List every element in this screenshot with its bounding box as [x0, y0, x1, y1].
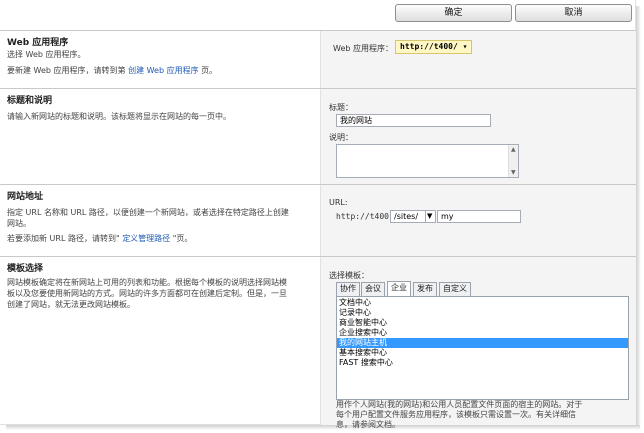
- url-section-title: 网站地址: [7, 192, 44, 202]
- template-help-line1: 用作个人网站(我的网站)和公用人员配置文件页面的宿主的网站。对于: [336, 400, 583, 409]
- webapp-selector[interactable]: http://t400/ ▾: [395, 40, 473, 54]
- tab-publishing[interactable]: 发布: [413, 282, 437, 296]
- template-list[interactable]: 文档中心 记录中心 商业智能中心 企业搜索中心 我的网站主机 基本搜索中心 FA…: [336, 296, 629, 400]
- url-name-input[interactable]: my: [437, 210, 521, 223]
- list-item[interactable]: 文档中心: [337, 298, 628, 308]
- url-desc2-suffix: "页。: [172, 234, 193, 243]
- url-left: 网站地址 指定 URL 名称和 URL 路径，以便创建一个新网站，或者选择在特定…: [0, 185, 320, 256]
- title-section-desc: 请输入新网站的标题和说明。该标题将显示在网站的每一页中。: [7, 112, 231, 121]
- webapp-desc2-suffix: 页。: [201, 66, 218, 75]
- list-item[interactable]: 商业智能中心: [337, 318, 628, 328]
- url-prefix: http://t400: [336, 212, 389, 221]
- url-desc1: 指定 URL 名称和 URL 路径，以便创建一个新网站，或者选择在特定路径上创建: [7, 208, 289, 217]
- template-desc1: 网站模板确定将在新网站上可用的列表和功能。根据每个模板的说明选择网站模: [7, 278, 287, 287]
- template-desc3: 创建了网站，就无法更改网站模板。: [7, 300, 135, 309]
- description-label: 说明：: [329, 133, 353, 142]
- title-label: 标题：: [329, 103, 353, 112]
- cancel-button[interactable]: 取消: [515, 4, 632, 22]
- title-section: 标题和说明 请输入新网站的标题和说明。该标题将显示在网站的每一页中。 标题： 我…: [0, 88, 636, 184]
- tab-enterprise[interactable]: 企业: [387, 281, 411, 296]
- description-textarea[interactable]: ▲ ▼: [336, 144, 519, 178]
- tab-collaboration[interactable]: 协作: [336, 282, 360, 296]
- list-item[interactable]: FAST 搜索中心: [337, 358, 628, 368]
- title-left: 标题和说明 请输入新网站的标题和说明。该标题将显示在网站的每一页中。: [0, 89, 320, 184]
- list-item[interactable]: 企业搜索中心: [337, 328, 628, 338]
- title-input[interactable]: 我的网站: [336, 114, 491, 127]
- frame-shadow-right: [636, 6, 641, 429]
- url-label: URL:: [329, 198, 348, 207]
- chevron-down-icon: ▼: [427, 212, 433, 220]
- url-desc1b: 网站。: [7, 219, 31, 228]
- create-webapp-link[interactable]: 创建 Web 应用程序: [128, 66, 199, 75]
- webapp-field-label: Web 应用程序：: [333, 44, 393, 53]
- webapp-title: Web 应用程序: [7, 38, 69, 48]
- scroll-up-icon[interactable]: ▲: [511, 146, 516, 153]
- url-section: 网站地址 指定 URL 名称和 URL 路径，以便创建一个新网站，或者选择在特定…: [0, 184, 636, 256]
- list-item[interactable]: 记录中心: [337, 308, 628, 318]
- title-section-title: 标题和说明: [7, 96, 53, 106]
- url-path-select[interactable]: /sites/: [390, 210, 426, 223]
- tab-meetings[interactable]: 会议: [361, 282, 385, 296]
- title-right: 标题： 我的网站 说明： ▲ ▼: [320, 89, 636, 184]
- template-help: 用作个人网站(我的网站)和公用人员配置文件页面的宿主的网站。对于 每个用户配置文…: [336, 400, 628, 430]
- list-item-selected[interactable]: 我的网站主机: [337, 338, 628, 348]
- url-path-dropdown[interactable]: ▼: [425, 210, 436, 223]
- template-desc2: 板以及您要使用新网站的方式。网站的许多方面都可在创建后定制。但是，一旦: [7, 289, 287, 298]
- webapp-left: Web 应用程序 选择 Web 应用程序。 要新建 Web 应用程序，请转到第 …: [0, 31, 320, 88]
- webapp-right: Web 应用程序：: [320, 31, 636, 88]
- webapp-desc1: 选择 Web 应用程序。: [7, 50, 86, 59]
- tab-custom[interactable]: 自定义: [439, 282, 471, 296]
- managed-paths-link[interactable]: 定义管理路径: [122, 234, 170, 243]
- description-scrollbar[interactable]: ▲ ▼: [508, 145, 518, 177]
- select-template-label: 选择模板：: [329, 271, 369, 280]
- url-right: URL: http://t400 /sites/ ▼ my: [320, 185, 636, 256]
- webapp-desc2: 要新建 Web 应用程序，请转到第 创建 Web 应用程序 页。: [7, 65, 217, 76]
- url-desc2-prefix: 若要添加新 URL 路径，请转到": [7, 234, 120, 243]
- scroll-down-icon[interactable]: ▼: [511, 169, 516, 176]
- template-help-line2: 每个用户配置文件服务应用程序，该模板只需设置一次。有关详细信: [336, 410, 576, 419]
- template-section-title: 模板选择: [7, 264, 44, 274]
- url-desc2: 若要添加新 URL 路径，请转到" 定义管理路径 "页。: [7, 233, 192, 244]
- webapp-section: Web 应用程序 选择 Web 应用程序。 要新建 Web 应用程序，请转到第 …: [0, 30, 636, 88]
- template-left: 模板选择 网站模板确定将在新网站上可用的列表和功能。根据每个模板的说明选择网站模…: [0, 257, 320, 425]
- webapp-desc2-prefix: 要新建 Web 应用程序，请转到第: [7, 66, 126, 75]
- ok-button[interactable]: 确定: [395, 4, 512, 22]
- list-item[interactable]: 基本搜索中心: [337, 348, 628, 358]
- template-help-line3: 息，请参阅文档。: [336, 420, 400, 429]
